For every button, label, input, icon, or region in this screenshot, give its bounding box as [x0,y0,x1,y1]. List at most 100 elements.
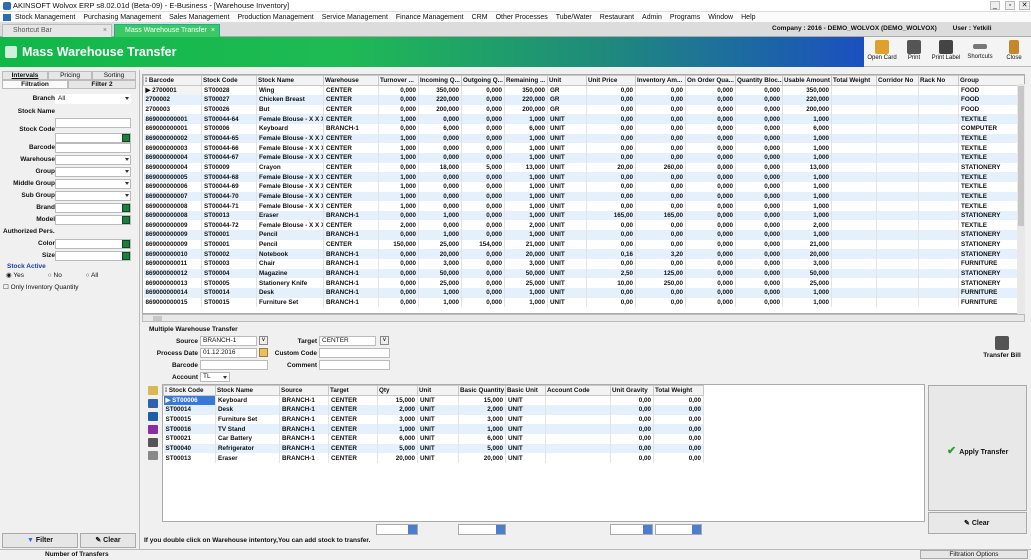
table-cell[interactable]: 21,000 [504,239,548,250]
column-header[interactable]: Stock Name [256,75,324,86]
table-cell[interactable]: 0,00 [635,201,686,211]
table-cell[interactable]: STATIONERY [958,239,1024,250]
inventory-row[interactable]: 869000000001 ST00006 Keyboard BRANCH-1 0,000… [143,124,1024,134]
table-cell[interactable] [876,104,919,115]
table-cell[interactable]: 0,000 [735,239,783,250]
table-cell[interactable] [876,172,919,182]
table-cell[interactable]: ST00009 [201,162,257,173]
table-cell[interactable]: Female Blouse - X X X [256,220,324,231]
sub-group-select[interactable] [55,191,131,201]
table-cell[interactable]: 0,00 [610,395,654,406]
table-cell[interactable] [831,287,877,298]
table-cell[interactable]: 1,000 [504,297,548,308]
table-cell[interactable]: UNIT [547,201,587,211]
table-cell[interactable]: 0,000 [461,95,505,105]
table-cell[interactable]: Chicken Breast [256,95,324,105]
column-header[interactable]: Basic Unit [505,385,546,396]
table-cell[interactable]: TEXTILE [958,114,1024,125]
table-cell[interactable]: Wing [256,85,324,96]
inventory-row[interactable]: 2700002 ST00027 Chicken Breast CENTER 0,000 2… [143,95,1024,105]
table-cell[interactable] [876,95,919,105]
table-cell[interactable]: 0,00 [586,287,636,298]
table-cell[interactable]: 1,000 [782,133,832,144]
table-cell[interactable]: 0,000 [378,162,419,173]
close-window-button[interactable]: ✕ [1019,1,1030,10]
clear-filter-button[interactable]: ✎ Clear [80,533,136,548]
table-cell[interactable]: 0,000 [735,220,783,231]
column-header[interactable]: Unit Gravity [610,385,654,396]
table-cell[interactable]: 18,000 [418,162,462,173]
table-cell[interactable]: 0,00 [653,453,704,463]
table-cell[interactable]: 869000000007 [143,191,202,202]
table-cell[interactable]: 2,000 [377,405,418,415]
table-cell[interactable]: UNIT [417,395,459,406]
table-cell[interactable]: ST00044-72 [201,220,257,231]
table-cell[interactable]: Female Blouse - X X X [256,181,324,192]
table-cell[interactable]: 869000000006 [143,181,202,192]
table-cell[interactable]: 0,000 [461,249,505,260]
table-cell[interactable]: ST00044-66 [201,143,257,153]
table-cell[interactable]: 0,000 [685,181,736,192]
table-cell[interactable] [918,95,959,105]
edit-row-icon[interactable] [148,399,158,408]
table-cell[interactable]: 0,00 [586,104,636,115]
table-cell[interactable] [545,443,611,454]
table-cell[interactable]: 50,000 [782,268,832,279]
table-cell[interactable]: 13,000 [782,162,832,173]
search-icon[interactable] [122,252,130,260]
close-button[interactable]: Close [998,39,1030,66]
table-cell[interactable]: 0,000 [735,104,783,115]
table-cell[interactable]: TEXTILE [958,133,1024,144]
table-cell[interactable]: 869000000015 [143,297,202,308]
table-cell[interactable]: 1,000 [504,172,548,182]
table-cell[interactable]: ▶ ST00006 [163,395,216,406]
table-cell[interactable]: 0,00 [635,259,686,269]
table-cell[interactable]: 1,000 [504,143,548,153]
table-cell[interactable]: CENTER [328,453,378,463]
table-cell[interactable]: CENTER [323,239,379,250]
table-cell[interactable]: BRANCH-1 [279,395,329,406]
inventory-row[interactable]: 869000000013 ST00005 Stationery Knife BRANC… [143,278,1024,288]
table-cell[interactable]: 0,000 [378,230,419,240]
table-cell[interactable]: 0,00 [635,239,686,250]
table-cell[interactable]: 0,000 [685,133,736,144]
table-cell[interactable]: Car Battery [215,434,280,444]
table-cell[interactable]: 5,000 [458,443,506,454]
table-cell[interactable]: 3,000 [504,259,548,269]
table-cell[interactable]: CENTER [323,114,379,125]
table-cell[interactable]: TV Stand [215,424,280,435]
column-header[interactable]: Source [279,385,329,396]
column-header[interactable]: Usable Amount [782,75,832,86]
table-cell[interactable]: BRANCH-1 [323,297,379,308]
branch-select[interactable]: All [55,94,131,104]
table-cell[interactable]: CENTER [323,201,379,211]
table-cell[interactable]: 0,000 [461,201,505,211]
barcode-input[interactable] [55,143,131,153]
save-row-icon[interactable] [148,412,158,421]
inventory-row[interactable]: 2700003 ST00026 But CENTER 0,000 200,000 0,000… [143,104,1024,115]
table-cell[interactable]: 2,000 [458,405,506,415]
column-header[interactable]: Group [958,75,1024,86]
inventory-row[interactable]: 869000000005 ST00044-68 Female Blouse - X … [143,172,1024,182]
table-cell[interactable]: 0,00 [635,104,686,115]
summary-field-unit-gravity[interactable] [610,524,653,535]
table-cell[interactable]: BRANCH-1 [279,453,329,463]
table-cell[interactable]: 0,000 [735,85,783,96]
inventory-row[interactable]: 869000000004 ST00009 Crayon CENTER 0,000 18,0… [143,162,1024,173]
print-button[interactable]: Print [898,39,930,66]
table-cell[interactable] [876,85,919,96]
table-cell[interactable]: UNIT [505,395,546,406]
inventory-vertical-scrollbar[interactable] [1017,84,1025,314]
table-cell[interactable]: 2,000 [378,220,419,231]
table-cell[interactable]: 2,000 [504,220,548,231]
table-cell[interactable]: 1,000 [418,297,462,308]
table-cell[interactable]: 0,000 [685,143,736,153]
table-cell[interactable] [876,239,919,250]
restore-button[interactable]: ▫ [1005,1,1015,10]
table-cell[interactable]: 869000000004 [143,152,202,163]
table-cell[interactable]: 0,000 [685,239,736,250]
table-cell[interactable]: 15,000 [458,395,506,406]
table-cell[interactable]: UNIT [505,443,546,454]
table-cell[interactable]: 1,000 [504,114,548,125]
table-cell[interactable]: 0,000 [418,201,462,211]
